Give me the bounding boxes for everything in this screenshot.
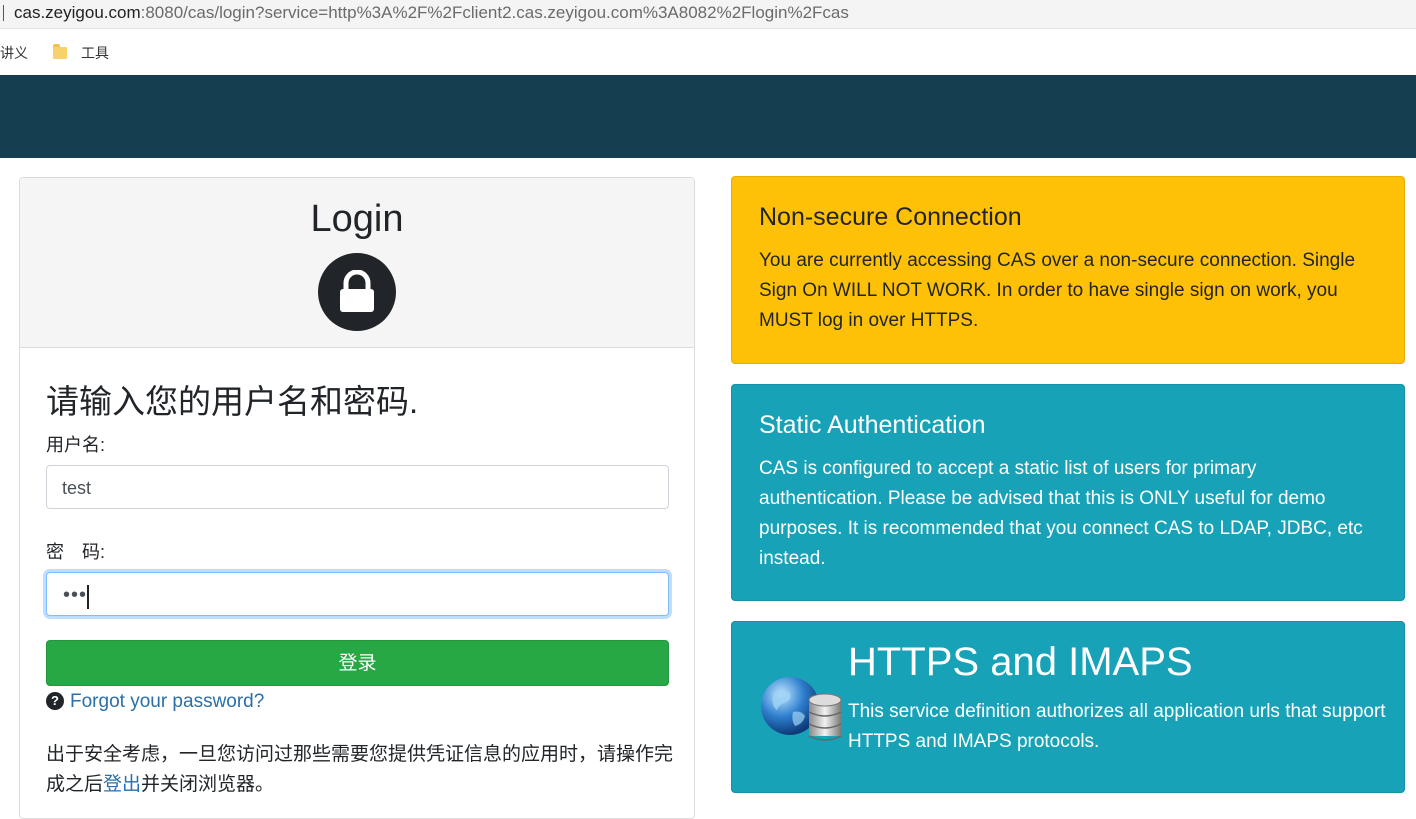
site-header-bar bbox=[0, 75, 1416, 158]
url-host: cas.zeyigou.com bbox=[14, 3, 141, 22]
static-auth-body: CAS is configured to accept a static lis… bbox=[759, 458, 1363, 569]
bookmark-gongju[interactable]: 工具 bbox=[81, 43, 109, 63]
static-auth-title: Static Authentication bbox=[759, 411, 986, 439]
https-body: This service definition authorizes all a… bbox=[848, 701, 1386, 752]
lock-icon bbox=[318, 253, 396, 331]
globe-database-icon bbox=[761, 677, 842, 741]
password-label: 密 码: bbox=[46, 542, 106, 562]
url-text[interactable]: cas.zeyigou.com:8080/cas/login?service=h… bbox=[14, 3, 849, 23]
input-cursor bbox=[87, 585, 89, 609]
bookmarks-bar: 讲义 工具 bbox=[0, 29, 1416, 75]
folder-icon bbox=[53, 44, 67, 59]
question-circle-icon: ? bbox=[46, 692, 64, 710]
url-path: :8080/cas/login?service=http%3A%2F%2Fcli… bbox=[140, 3, 849, 22]
login-button[interactable]: 登录 bbox=[46, 640, 669, 686]
login-card: Login 请输入您的用户名和密码. 用户名: test 密 码: ••• 登录… bbox=[19, 177, 695, 819]
static-authentication-notice: Static Authentication CAS is configured … bbox=[731, 384, 1405, 601]
address-bar[interactable]: cas.zeyigou.com:8080/cas/login?service=h… bbox=[0, 0, 1416, 29]
security-note: 出于安全考虑，一旦您访问过那些需要您提供凭证信息的应用时，请操作完成之后登出并关… bbox=[46, 740, 676, 800]
password-value: ••• bbox=[63, 584, 88, 606]
forgot-password-link[interactable]: Forgot your password? bbox=[70, 691, 264, 712]
login-title: Login bbox=[310, 198, 404, 240]
forgot-password: ? Forgot your password? bbox=[46, 691, 264, 713]
login-prompt: 请输入您的用户名和密码. bbox=[46, 383, 419, 420]
https-imaps-service-notice: HTTPS and IMAPS This service definition … bbox=[731, 621, 1405, 793]
username-label: 用户名: bbox=[46, 435, 106, 455]
nonsecure-body: You are currently accessing CAS over a n… bbox=[759, 250, 1356, 331]
nonsecure-connection-notice: Non-secure Connection You are currently … bbox=[731, 176, 1405, 364]
login-card-header: Login bbox=[20, 178, 694, 348]
password-input[interactable]: ••• bbox=[46, 572, 669, 616]
nonsecure-title: Non-secure Connection bbox=[759, 203, 1022, 231]
username-input[interactable]: test bbox=[46, 465, 669, 509]
bookmark-jiangyi[interactable]: 讲义 bbox=[0, 43, 28, 63]
security-note-text-end: 并关闭浏览器。 bbox=[141, 774, 275, 795]
username-value: test bbox=[62, 478, 92, 498]
text-cursor bbox=[3, 5, 4, 21]
logout-link[interactable]: 登出 bbox=[103, 774, 141, 795]
https-title: HTTPS and IMAPS bbox=[848, 640, 1193, 684]
